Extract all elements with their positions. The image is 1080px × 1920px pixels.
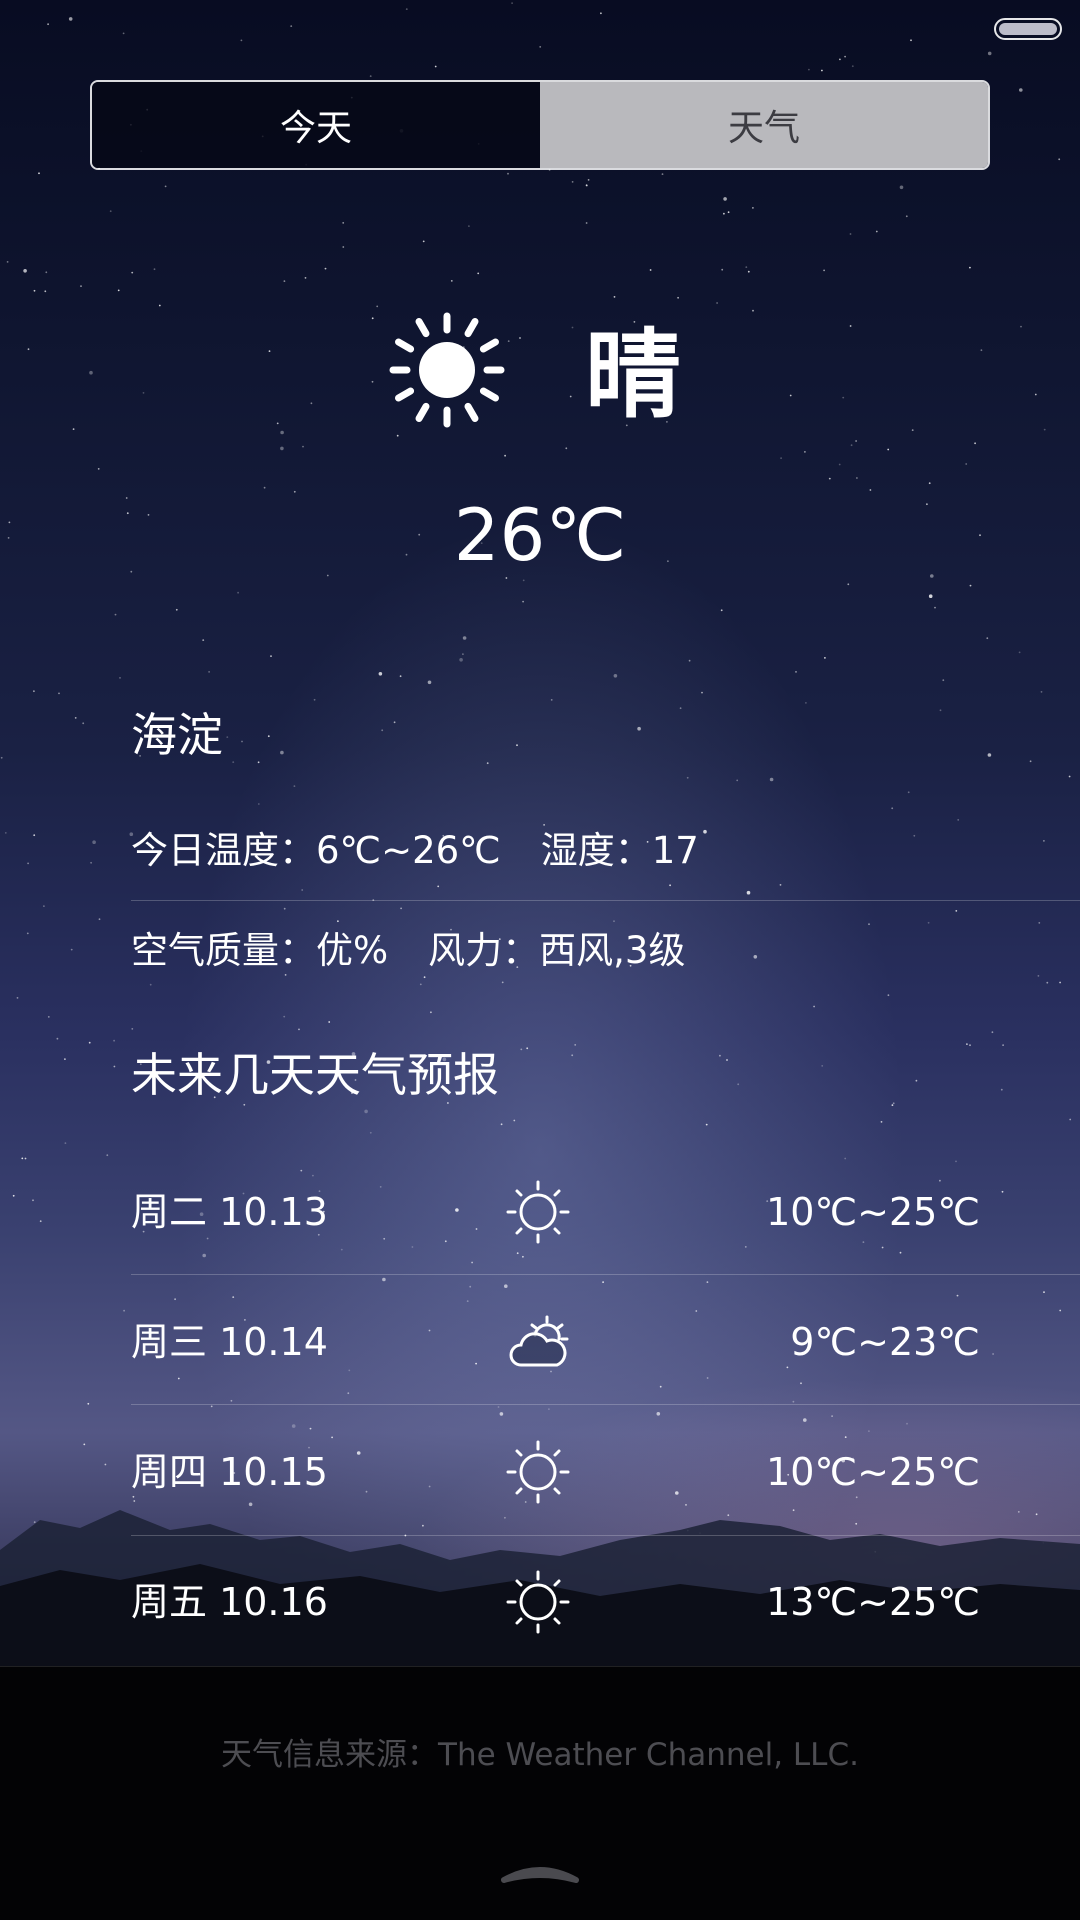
today-temp-label: 今日温度： bbox=[131, 829, 316, 872]
divider bbox=[131, 900, 1080, 901]
divider bbox=[131, 1274, 1080, 1275]
data-source-text: 天气信息来源：The Weather Channel, LLC. bbox=[221, 1737, 859, 1773]
forecast-row: 周二 10.13 10℃~25℃ bbox=[131, 1177, 980, 1247]
temp-humidity-row: 今日温度：6℃~26℃ 湿度：17 bbox=[131, 826, 699, 876]
humidity-value: 17 bbox=[651, 829, 699, 872]
forecast-date: 周五 10.16 bbox=[131, 1580, 328, 1624]
sun-icon bbox=[389, 312, 505, 428]
location-name: 海淀 bbox=[131, 708, 223, 762]
wind-value: 西风,3级 bbox=[539, 929, 686, 972]
segmented-tabs: 今天 天气 bbox=[90, 80, 990, 170]
forecast-temp-range: 10℃~25℃ bbox=[766, 1450, 980, 1494]
sun-outline-icon bbox=[506, 1440, 570, 1504]
forecast-date: 周三 10.14 bbox=[131, 1320, 328, 1364]
forecast-temp-range: 10℃~25℃ bbox=[766, 1190, 980, 1234]
current-temperature: 26℃ bbox=[453, 493, 627, 577]
weather-condition: 晴 bbox=[585, 319, 681, 431]
today-temp-value: 6℃~26℃ bbox=[316, 829, 501, 872]
forecast-row: 周五 10.16 13℃~25℃ bbox=[131, 1567, 980, 1637]
forecast-date: 周四 10.15 bbox=[131, 1450, 328, 1494]
divider bbox=[131, 1404, 1080, 1405]
forecast-row: 周四 10.15 10℃~25℃ bbox=[131, 1437, 980, 1507]
forecast-temp-range: 13℃~25℃ bbox=[766, 1580, 980, 1624]
wind-label: 风力： bbox=[428, 929, 540, 972]
partly-cloudy-icon bbox=[509, 1315, 569, 1367]
status-toggle-pill[interactable] bbox=[994, 18, 1062, 40]
sun-outline-icon bbox=[506, 1570, 570, 1634]
forecast-date: 周二 10.13 bbox=[131, 1190, 328, 1234]
air-wind-row: 空气质量：优% 风力：西风,3级 bbox=[131, 926, 685, 976]
pull-up-handle-icon[interactable] bbox=[500, 1858, 580, 1886]
current-weather: 晴 bbox=[0, 310, 1080, 440]
forecast-row: 周三 10.14 9℃~23℃ bbox=[131, 1307, 980, 1377]
air-quality-label: 空气质量： bbox=[131, 929, 316, 972]
divider bbox=[131, 1535, 1080, 1536]
sun-outline-icon bbox=[506, 1180, 570, 1244]
weather-screen: 今天 天气 晴 26℃ 海淀 今日温度：6℃~26℃ 湿度：17 空气质量：优%… bbox=[0, 0, 1080, 1920]
air-quality-value: 优% bbox=[316, 929, 389, 972]
tab-weather[interactable]: 天气 bbox=[540, 82, 988, 168]
humidity-label: 湿度： bbox=[540, 829, 652, 872]
forecast-temp-range: 9℃~23℃ bbox=[790, 1320, 980, 1364]
forecast-title: 未来几天天气预报 bbox=[131, 1048, 499, 1102]
tab-today[interactable]: 今天 bbox=[92, 82, 540, 168]
